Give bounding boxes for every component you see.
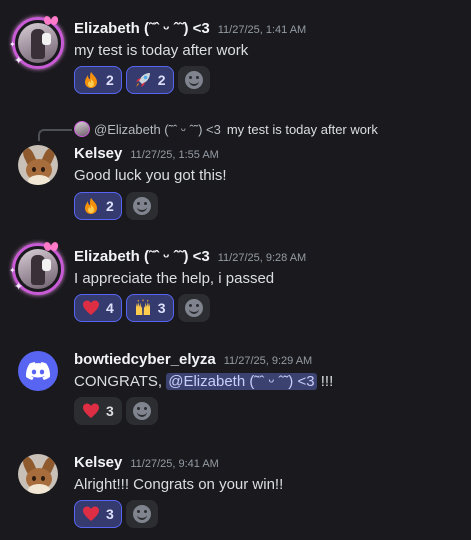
author-name[interactable]: Kelsey (74, 454, 122, 471)
add-reaction-button[interactable] (125, 192, 158, 220)
reply-author[interactable]: @Elizabeth (˜ˆ ᵕ ˆ˜) <3 (94, 122, 221, 137)
author-name[interactable]: bowtiedcyber_elyza (74, 351, 216, 368)
add-reaction-button[interactable] (177, 66, 210, 94)
reaction-bar: 3 (74, 397, 158, 425)
user-avatar[interactable]: ✦ ✦ (9, 16, 64, 69)
timestamp[interactable]: 11/27/25, 9:41 AM (130, 458, 218, 470)
timestamp[interactable]: 11/27/25, 1:41 AM (218, 24, 306, 36)
reply-preview[interactable]: @Elizabeth (˜ˆ ᵕ ˆ˜) <3 my test is today… (74, 121, 378, 137)
reaction-count: 4 (106, 300, 114, 316)
red-heart-icon (83, 506, 99, 521)
sparkle-icon: ✦ (14, 280, 24, 293)
reaction-fire[interactable]: 2 (74, 192, 122, 220)
reaction-red-heart[interactable]: 3 (74, 397, 122, 425)
timestamp[interactable]: 11/27/25, 1:55 AM (130, 149, 218, 161)
reaction-bar: 2 2 (74, 66, 210, 94)
user-avatar[interactable] (18, 454, 58, 494)
reaction-count: 2 (106, 198, 114, 214)
add-reaction-button[interactable] (125, 397, 158, 425)
red-heart-icon (83, 403, 99, 418)
reaction-count: 2 (157, 72, 166, 88)
timestamp[interactable]: 11/27/25, 9:28 AM (218, 252, 306, 264)
message-text: CONGRATS, @Elizabeth (˜ˆ ᵕ ˆ˜) <3 !!! (74, 373, 333, 390)
reaction-count: 3 (106, 506, 114, 522)
profile-photo (18, 23, 58, 63)
add-reaction-icon (132, 197, 151, 215)
fire-icon (85, 198, 97, 214)
reaction-raising-hands[interactable]: 3 (125, 294, 174, 322)
author-name[interactable]: Elizabeth (˜ˆ ᵕ ˆ˜) <3 (74, 20, 210, 37)
red-heart-icon (83, 300, 99, 315)
user-mention[interactable]: @Elizabeth (˜ˆ ᵕ ˆ˜) <3 (166, 373, 317, 390)
reaction-bar: 4 3 (74, 294, 210, 322)
reaction-fire[interactable]: 2 (74, 66, 122, 94)
reaction-count: 3 (157, 300, 166, 316)
bow-icon (44, 16, 58, 26)
author-name[interactable]: Elizabeth (˜ˆ ᵕ ˆ˜) <3 (74, 248, 210, 265)
message-text: Alright!!! Congrats on your win!! (74, 476, 284, 493)
user-avatar[interactable] (18, 351, 58, 391)
reply-avatar (74, 121, 90, 137)
reaction-count: 3 (106, 403, 114, 419)
message-text-part: CONGRATS, (74, 373, 167, 390)
message-text-part: !!! (316, 373, 334, 390)
reaction-bar: 3 (74, 500, 158, 528)
timestamp[interactable]: 11/27/25, 9:29 AM (224, 355, 312, 367)
reaction-red-heart[interactable]: 4 (74, 294, 122, 322)
rocket-icon (135, 73, 150, 87)
sparkle-icon: ✦ (9, 266, 16, 275)
sparkle-icon: ✦ (9, 40, 16, 49)
user-avatar[interactable] (18, 145, 58, 185)
bow-icon (44, 242, 58, 252)
add-reaction-icon (184, 299, 203, 317)
add-reaction-icon (132, 505, 151, 523)
add-reaction-icon (132, 402, 151, 420)
reaction-rocket[interactable]: 2 (125, 66, 174, 94)
profile-photo (18, 249, 58, 289)
message-text: I appreciate the help, i passed (74, 270, 275, 287)
fire-icon (85, 72, 97, 88)
message-text: Good luck you got this! (74, 167, 227, 184)
author-name[interactable]: Kelsey (74, 145, 122, 162)
add-reaction-icon (184, 71, 203, 89)
raising-hands-icon (135, 299, 150, 315)
reply-connector (38, 129, 72, 141)
add-reaction-button[interactable] (177, 294, 210, 322)
discord-logo-icon (26, 362, 50, 380)
reaction-bar: 2 (74, 192, 158, 220)
reply-text[interactable]: my test is today after work (227, 122, 378, 137)
user-avatar[interactable]: ✦ ✦ (9, 242, 64, 295)
sparkle-icon: ✦ (14, 54, 24, 67)
reaction-count: 2 (106, 72, 114, 88)
add-reaction-button[interactable] (125, 500, 158, 528)
message-text: my test is today after work (74, 42, 249, 59)
reaction-red-heart[interactable]: 3 (74, 500, 122, 528)
